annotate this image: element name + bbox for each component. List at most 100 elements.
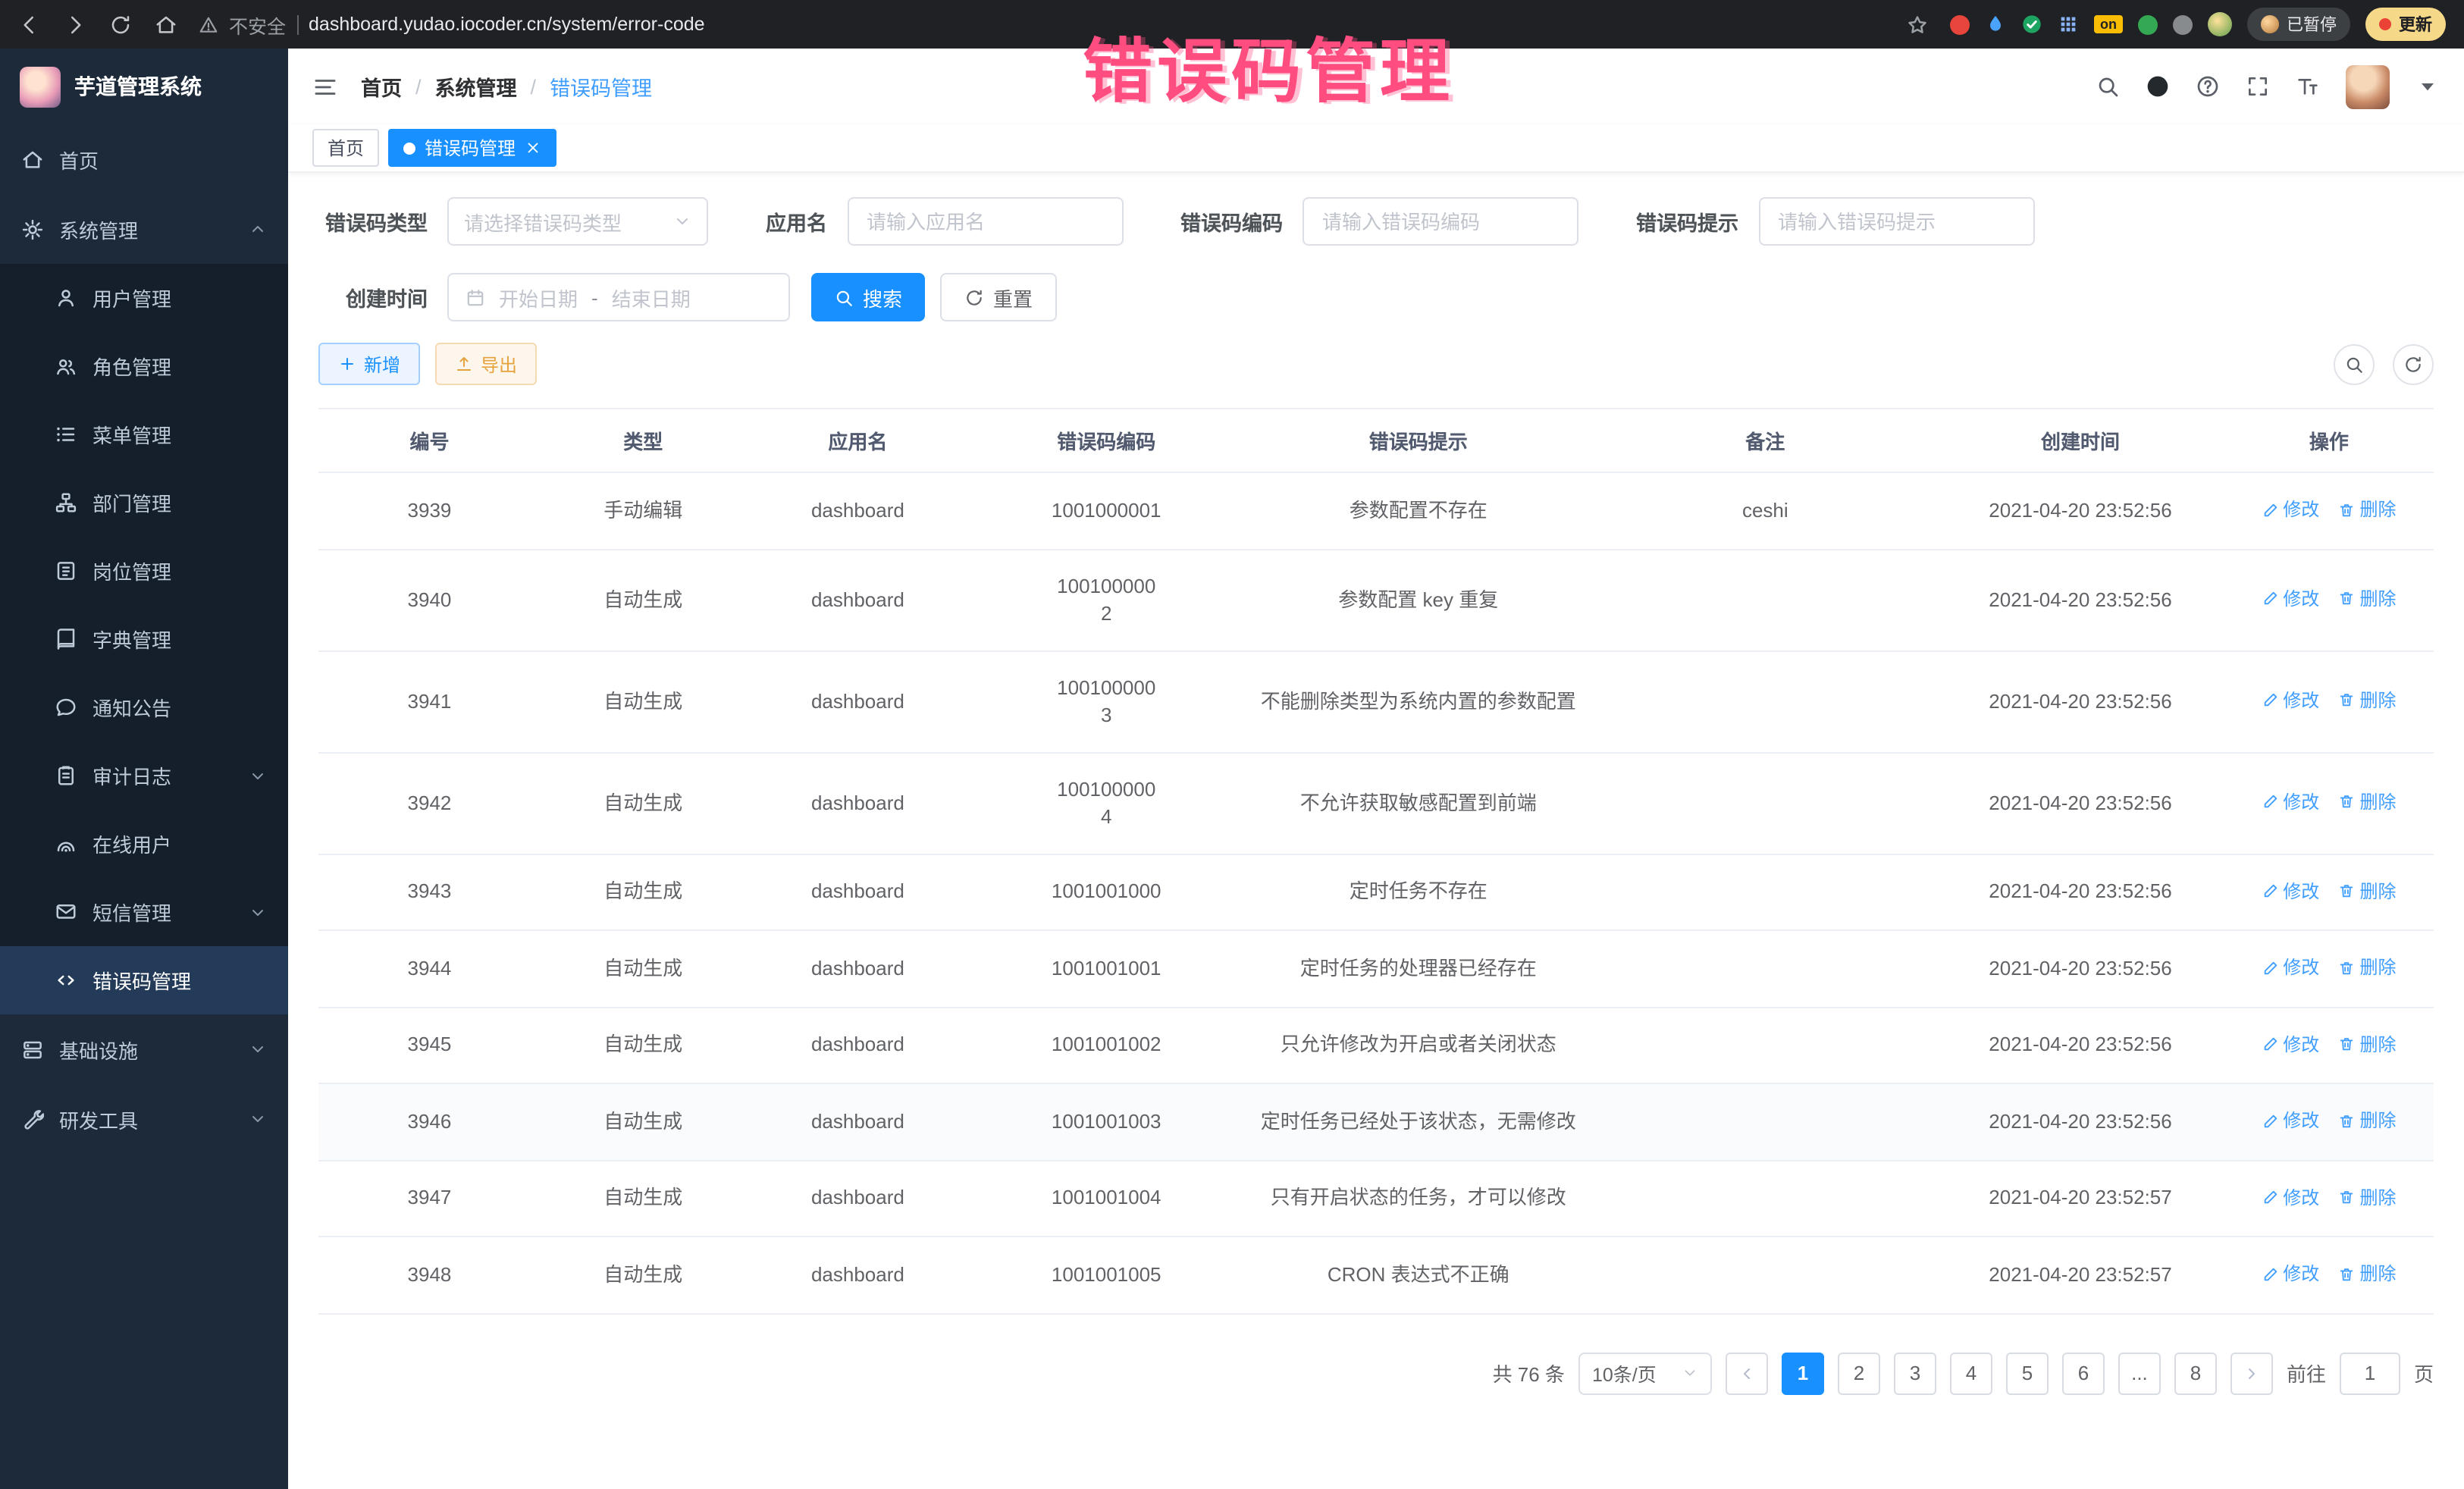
tag-error-codes[interactable]: 错误码管理	[388, 129, 556, 167]
fullscreen-icon[interactable]	[2246, 74, 2270, 99]
sidebar-item-users[interactable]: 用户管理	[0, 264, 288, 332]
color-drop-icon[interactable]	[1985, 14, 2006, 35]
sidebar-item-online-users[interactable]: 在线用户	[0, 810, 288, 878]
browser-update-button[interactable]: 更新	[2365, 8, 2446, 41]
cell-remark	[1594, 1083, 1936, 1160]
user-avatar[interactable]	[2346, 64, 2390, 108]
edit-link[interactable]: 修改	[2262, 877, 2319, 904]
sidebar-item-departments[interactable]: 部门管理	[0, 469, 288, 537]
sidebar-item-menus[interactable]: 菜单管理	[0, 400, 288, 469]
bookmark-star-icon[interactable]	[1906, 13, 1929, 36]
vpn-badge[interactable]: on	[2094, 15, 2123, 33]
delete-link[interactable]: 删除	[2338, 1107, 2396, 1134]
table-row: 3943 自动生成 dashboard 1001001000 定时任务不存在 2…	[318, 854, 2434, 930]
app-name-input[interactable]	[847, 197, 1123, 246]
next-page-button[interactable]	[2230, 1352, 2273, 1394]
address-bar[interactable]: 不安全 dashboard.yudao.iocoder.cn/system/er…	[193, 10, 1935, 39]
edit-link[interactable]: 修改	[2262, 788, 2319, 816]
page-button-2[interactable]: 2	[1838, 1352, 1880, 1394]
github-icon[interactable]	[2146, 74, 2170, 99]
edit-link[interactable]: 修改	[2262, 1183, 2319, 1211]
caret-down-icon[interactable]	[2415, 74, 2440, 99]
hamburger-icon[interactable]	[312, 74, 338, 99]
edit-link[interactable]: 修改	[2262, 585, 2319, 613]
back-icon[interactable]	[18, 13, 41, 36]
app-logo[interactable]: 芋道管理系统	[0, 49, 288, 124]
page-button-4[interactable]: 4	[1950, 1352, 1992, 1394]
error-hint-input[interactable]	[1758, 197, 2034, 246]
home-nav-icon[interactable]	[155, 13, 177, 36]
prev-page-button[interactable]	[1726, 1352, 1768, 1394]
cell-id: 3944	[318, 930, 541, 1007]
sidebar: 芋道管理系统 首页 系统管理 用户管理	[0, 49, 288, 1489]
search-icon	[2344, 354, 2364, 374]
delete-link[interactable]: 删除	[2338, 1260, 2396, 1287]
page-button-3[interactable]: 3	[1894, 1352, 1936, 1394]
sidebar-item-dictionary[interactable]: 字典管理	[0, 605, 288, 673]
delete-link[interactable]: 删除	[2338, 496, 2396, 523]
goto-page-input[interactable]	[2340, 1352, 2400, 1394]
delete-link[interactable]: 删除	[2338, 687, 2396, 714]
delete-link[interactable]: 删除	[2338, 585, 2396, 613]
export-button[interactable]: 导出	[435, 343, 537, 385]
question-icon[interactable]	[2196, 74, 2220, 99]
sidebar-item-label: 基础设施	[59, 1035, 138, 1064]
error-code-input[interactable]	[1303, 197, 1578, 246]
edit-link[interactable]: 修改	[2262, 1260, 2319, 1287]
sidebar-item-dev-tools[interactable]: 研发工具	[0, 1084, 288, 1154]
delete-link[interactable]: 删除	[2338, 877, 2396, 904]
page-button-6[interactable]: 6	[2062, 1352, 2105, 1394]
breadcrumb-system[interactable]: 系统管理	[435, 71, 517, 102]
sidebar-item-positions[interactable]: 岗位管理	[0, 537, 288, 605]
delete-link[interactable]: 删除	[2338, 954, 2396, 981]
search-button[interactable]: 搜索	[811, 273, 925, 321]
delete-link[interactable]: 删除	[2338, 788, 2396, 816]
profile-avatar[interactable]	[2208, 12, 2232, 36]
sidebar-item-notices[interactable]: 通知公告	[0, 673, 288, 741]
sidebar-item-infrastructure[interactable]: 基础设施	[0, 1014, 288, 1084]
page-size-select[interactable]: 10条/页	[1578, 1352, 1712, 1394]
chevron-up-icon	[249, 220, 267, 238]
close-icon[interactable]	[525, 139, 541, 156]
edit-link[interactable]: 修改	[2262, 1107, 2319, 1134]
font-size-icon[interactable]	[2296, 74, 2320, 99]
edit-link[interactable]: 修改	[2262, 496, 2319, 523]
sidebar-item-label: 首页	[59, 145, 99, 174]
paused-badge[interactable]: 已暂停	[2247, 8, 2350, 41]
page-button-1[interactable]: 1	[1782, 1352, 1824, 1394]
delete-link[interactable]: 删除	[2338, 1183, 2396, 1211]
cell-code: 1001000001	[970, 472, 1243, 549]
add-button[interactable]: 新增	[318, 343, 420, 385]
edit-link[interactable]: 修改	[2262, 954, 2319, 981]
sidebar-item-audit-log[interactable]: 审计日志	[0, 741, 288, 810]
forward-icon[interactable]	[64, 13, 86, 36]
sidebar-item-error-codes[interactable]: 错误码管理	[0, 946, 288, 1014]
sidebar-item-system[interactable]: 系统管理	[0, 194, 288, 264]
sidebar-item-sms[interactable]: 短信管理	[0, 878, 288, 946]
table-row: 3944 自动生成 dashboard 1001001001 定时任务的处理器已…	[318, 930, 2434, 1007]
extension-check-icon[interactable]	[2021, 14, 2042, 35]
page-ellipsis[interactable]: ...	[2118, 1352, 2161, 1394]
refresh-table-button[interactable]	[2393, 343, 2434, 384]
toggle-search-button[interactable]	[2334, 343, 2375, 384]
reload-icon[interactable]	[109, 13, 132, 36]
extension-leaf-icon[interactable]	[2138, 14, 2158, 34]
extension-red-icon[interactable]	[1950, 14, 1970, 34]
edit-link[interactable]: 修改	[2262, 1030, 2319, 1058]
date-range-picker[interactable]: 开始日期 - 结束日期	[447, 273, 790, 321]
sidebar-item-home[interactable]: 首页	[0, 124, 288, 194]
breadcrumb-home[interactable]: 首页	[361, 71, 402, 102]
extensions-puzzle-icon[interactable]	[2173, 14, 2193, 34]
edit-link[interactable]: 修改	[2262, 687, 2319, 714]
tag-home[interactable]: 首页	[312, 129, 379, 167]
page-button-5[interactable]: 5	[2006, 1352, 2049, 1394]
search-icon[interactable]	[2096, 74, 2120, 99]
apps-grid-icon[interactable]	[2058, 14, 2079, 35]
cell-app: dashboard	[746, 1007, 970, 1083]
sidebar-item-roles[interactable]: 角色管理	[0, 332, 288, 400]
plus-icon	[338, 355, 356, 373]
error-type-select[interactable]: 请选择错误码类型	[447, 197, 708, 246]
delete-link[interactable]: 删除	[2338, 1030, 2396, 1058]
page-button-8[interactable]: 8	[2174, 1352, 2217, 1394]
reset-button[interactable]: 重置	[940, 273, 1057, 321]
